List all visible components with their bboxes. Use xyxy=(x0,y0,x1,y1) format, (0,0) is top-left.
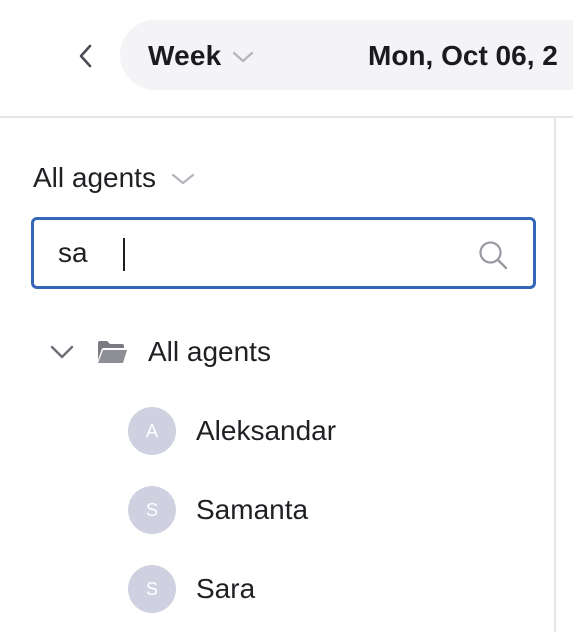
view-selector[interactable]: Week xyxy=(148,36,255,76)
folder-open-icon xyxy=(96,339,128,365)
agent-name: Samanta xyxy=(196,494,309,525)
agent-name: Sara xyxy=(196,573,256,604)
view-label: Week xyxy=(148,40,222,71)
chevron-down-icon xyxy=(170,171,196,187)
agent-filter-label: All agents xyxy=(33,162,156,193)
group-label: All agents xyxy=(148,336,271,367)
chevron-left-icon xyxy=(79,44,92,68)
calendar-page: Week Mon, Oct 06, 2 All agents sa All ag… xyxy=(0,0,573,632)
top-toolbar: Week Mon, Oct 06, 2 xyxy=(0,0,573,118)
agent-group-all-agents[interactable]: All agents xyxy=(48,332,271,372)
agents-sidebar: All agents sa All agents A Aleksandar S … xyxy=(0,118,556,632)
chevron-down-icon xyxy=(231,49,255,65)
agent-item-samanta[interactable]: S Samanta xyxy=(128,485,308,535)
agent-item-sara[interactable]: S Sara xyxy=(128,564,255,614)
text-caret xyxy=(123,238,125,271)
agent-item-aleksandar[interactable]: A Aleksandar xyxy=(128,406,336,456)
agent-search-input[interactable] xyxy=(58,234,458,272)
avatar: S xyxy=(128,486,176,534)
avatar: S xyxy=(128,565,176,613)
agent-filter-dropdown[interactable]: All agents xyxy=(33,158,196,198)
avatar: A xyxy=(128,407,176,455)
current-date-label[interactable]: Mon, Oct 06, 2 xyxy=(368,36,558,76)
search-icon[interactable] xyxy=(477,239,509,271)
agent-search-box[interactable] xyxy=(31,217,536,289)
previous-period-button[interactable] xyxy=(68,38,104,74)
agent-name: Aleksandar xyxy=(196,415,337,446)
chevron-down-icon[interactable] xyxy=(48,343,76,361)
